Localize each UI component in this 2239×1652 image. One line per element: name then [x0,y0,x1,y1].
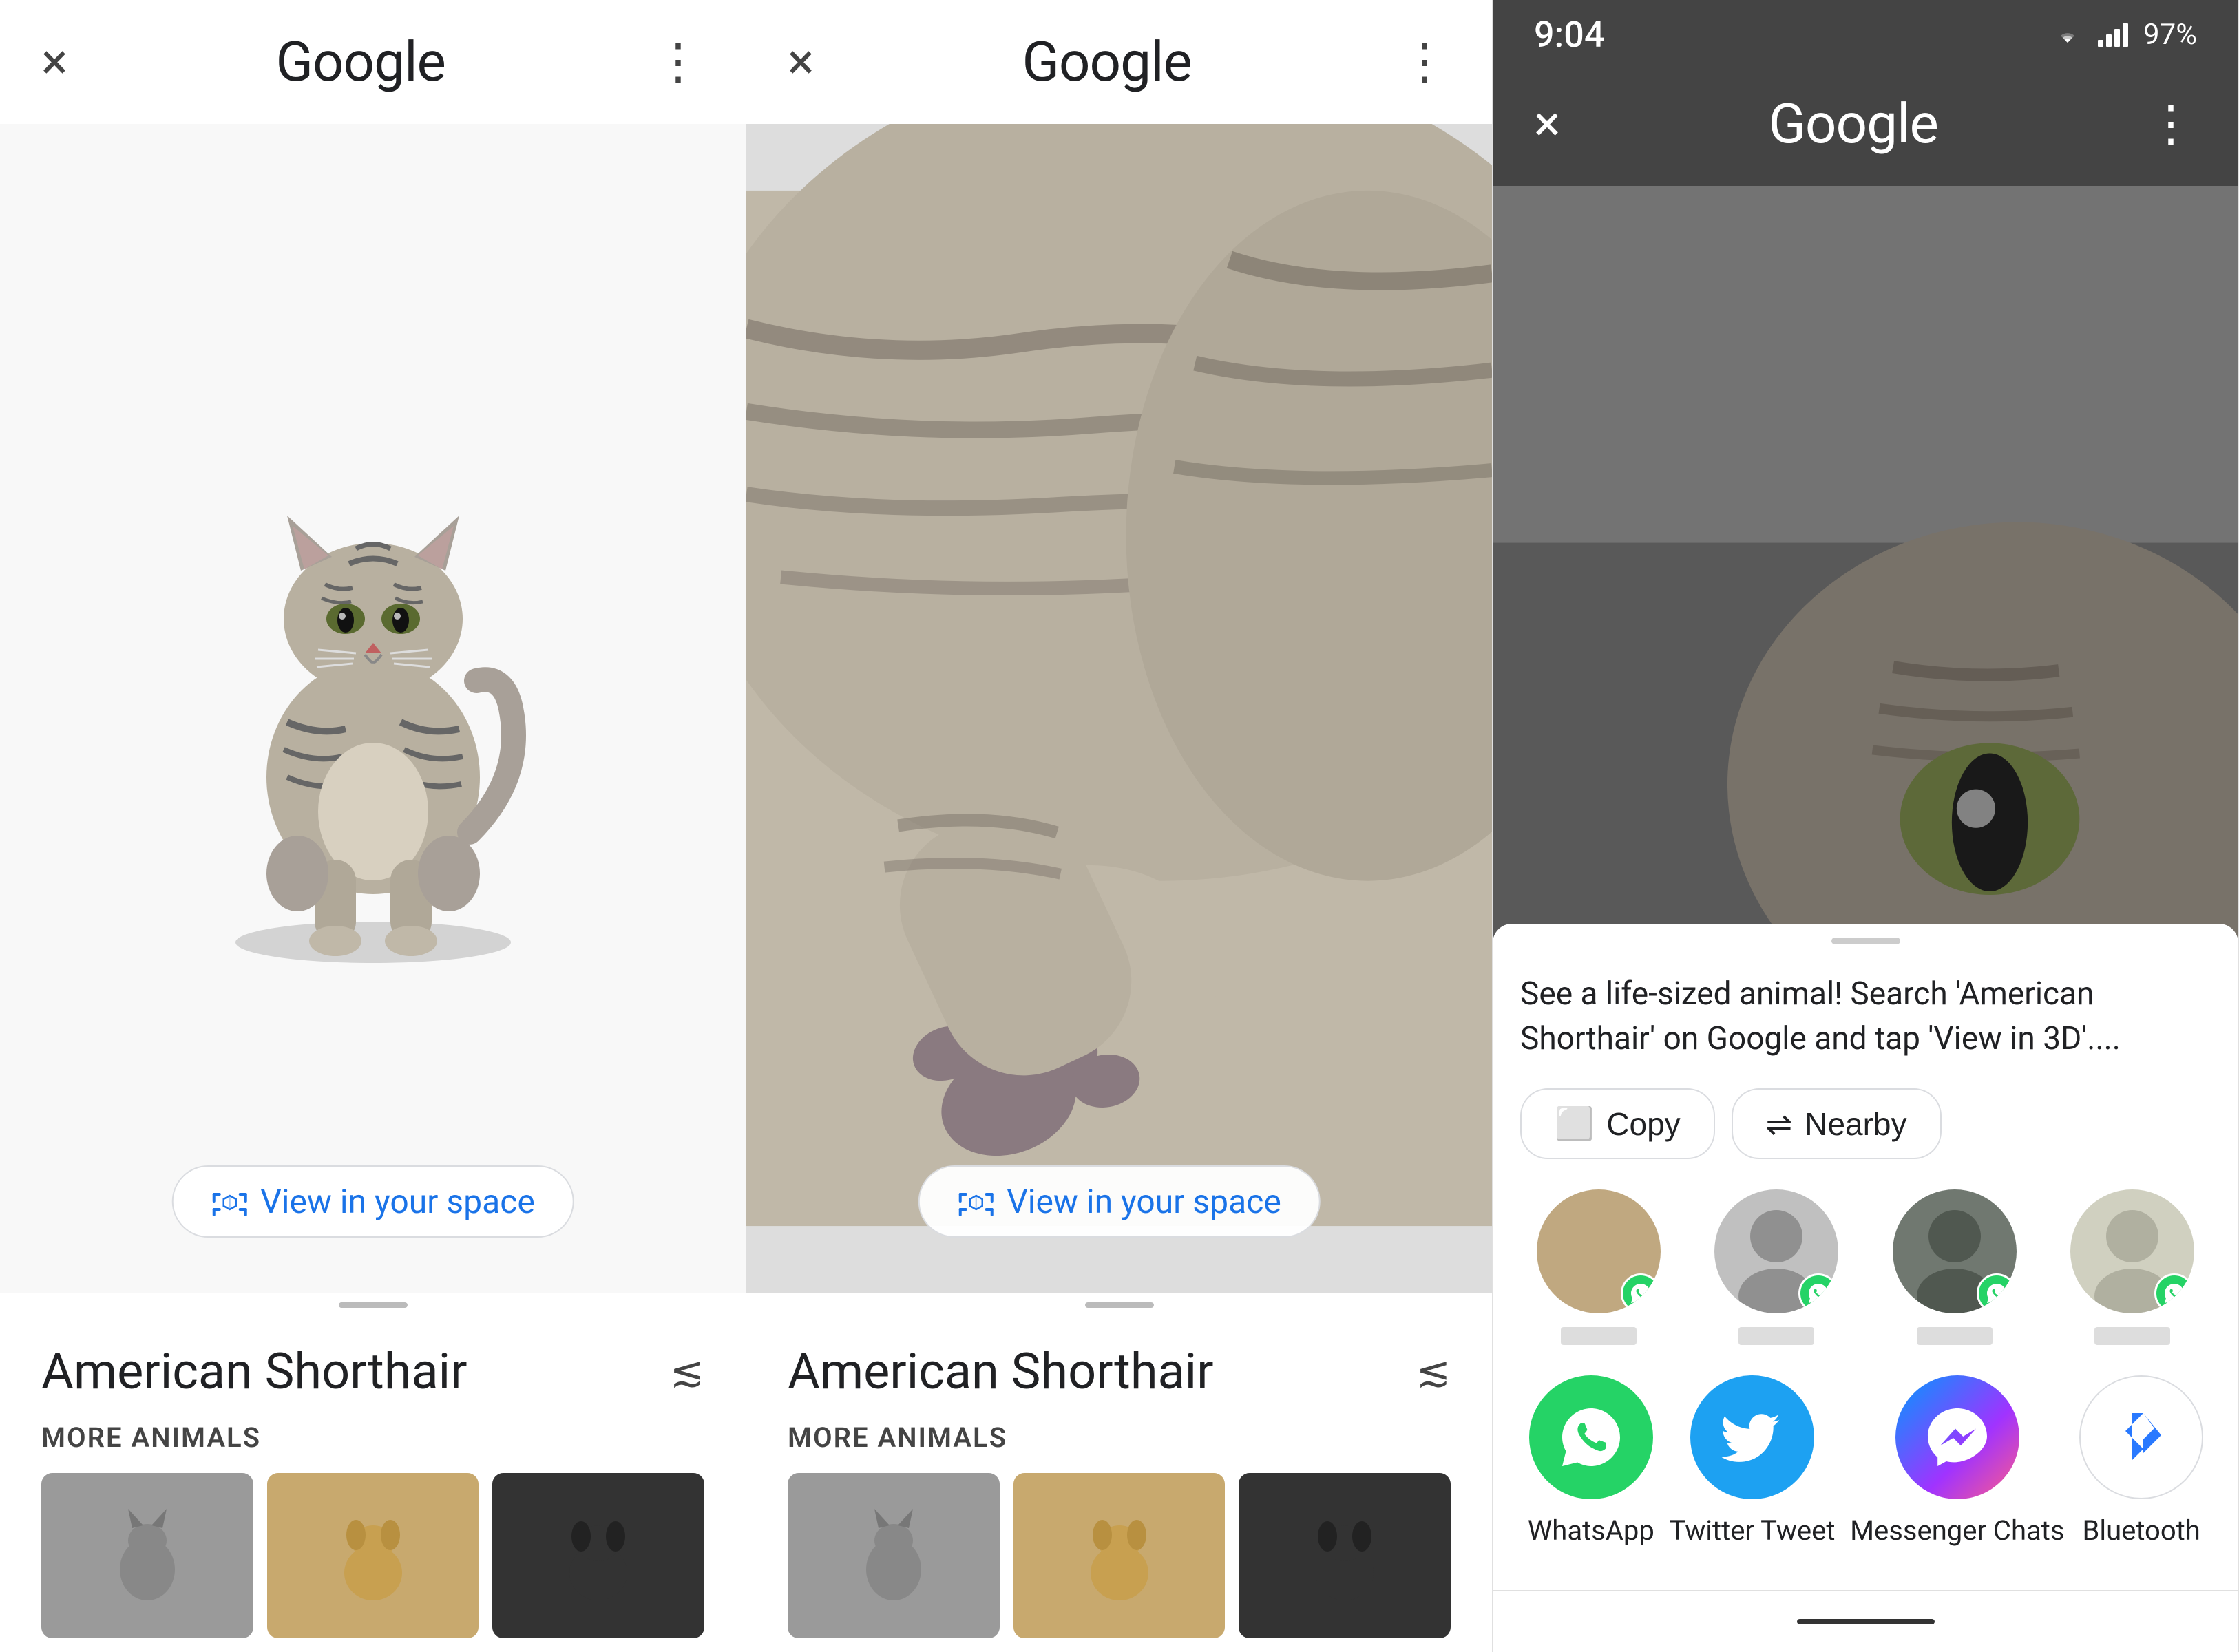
animal-name-2: American Shorthair [788,1342,1214,1401]
more-animals-label-1: MORE ANIMALS [41,1421,704,1454]
animal-thumb-black-dog-1[interactable] [492,1473,704,1638]
contacts-row [1520,1189,2211,1345]
animals-row-1 [41,1473,704,1638]
viewer-area-2[interactable]: View in your space [746,124,1492,1293]
more-button-2[interactable]: ⋮ [1400,37,1451,87]
status-time: 9:04 [1534,14,1604,56]
contact-name-3 [1917,1327,1993,1345]
messenger-label: Messenger Chats [1850,1513,2064,1549]
animal-thumb-dog-2[interactable] [1013,1473,1226,1638]
top-bar-2: × Google ⋮ [746,0,1492,124]
twitter-icon [1690,1375,1814,1499]
scroll-indicator-2 [1085,1302,1154,1308]
panel-2: × Google ⋮ [746,0,1493,1652]
contact-item-4[interactable] [2054,1189,2211,1345]
app-item-whatsapp[interactable]: WhatsApp [1528,1375,1654,1549]
messenger-icon [1895,1375,2019,1499]
nearby-label: Nearby [1805,1105,1906,1143]
animal-thumb-black-dog-2[interactable] [1239,1473,1451,1638]
more-animals-label-2: MORE ANIMALS [788,1421,1451,1454]
top-bar-1: × Google ⋮ [0,0,746,124]
bluetooth-label: Bluetooth [2082,1513,2200,1549]
bottom-nav [1493,1590,2238,1652]
wifi-icon [2050,21,2085,48]
share-button-1[interactable]: ≲ [670,1347,704,1396]
signal-icon [2098,21,2131,48]
share-description: See a life-sized animal! Search 'America… [1520,972,2211,1061]
contact-item-1[interactable] [1520,1189,1677,1345]
ar-icon-2 [957,1183,994,1220]
nav-indicator [1797,1619,1935,1624]
bluetooth-icon [2079,1375,2203,1499]
app-item-twitter[interactable]: Twitter Tweet [1669,1375,1835,1549]
contact-name-1 [1561,1327,1637,1345]
contact-name-4 [2094,1327,2170,1345]
app-item-messenger[interactable]: Messenger Chats [1850,1375,2064,1549]
animal-name-row-2: American Shorthair ≲ [788,1342,1451,1401]
nearby-button[interactable]: ⇌ Nearby [1732,1088,1942,1159]
share-button-2[interactable]: ≲ [1416,1347,1451,1396]
view-in-space-button-1[interactable]: View in your space [171,1165,574,1238]
share-sheet: See a life-sized animal! Search 'America… [1493,924,2238,1590]
close-button-1[interactable]: × [41,37,67,87]
status-icons: 97% [2050,18,2197,52]
panel-1: × Google ⋮ [0,0,746,1652]
contact-avatar-4 [2070,1189,2194,1313]
twitter-label: Twitter Tweet [1669,1513,1835,1549]
sheet-handle [1831,938,1900,944]
contact-avatar-3 [1893,1189,2017,1313]
google-logo-1: Google [275,30,445,94]
copy-icon: ⬜ [1555,1105,1594,1143]
google-logo-2: Google [1022,30,1192,94]
more-button-3[interactable]: ⋮ [2146,99,2197,149]
copy-button[interactable]: ⬜ Copy [1520,1088,1715,1159]
viewer-area-3[interactable]: See a life-sized animal! Search 'America… [1493,186,2238,1590]
animals-row-2 [788,1473,1451,1638]
view-in-space-button-2[interactable]: View in your space [918,1165,1321,1238]
view-in-space-label-2: View in your space [1007,1182,1281,1221]
animal-name-1: American Shorthair [41,1342,467,1401]
bottom-info-1: American Shorthair ≲ MORE ANIMALS [0,1317,746,1652]
more-button-1[interactable]: ⋮ [653,37,704,87]
cat-zoomed-model [746,124,1492,1293]
close-button-3[interactable]: × [1534,99,1560,149]
animal-thumb-dog-1[interactable] [267,1473,479,1638]
apps-row: WhatsApp Twitter Tweet [1520,1375,2211,1549]
cat-3d-model-1 [167,447,580,970]
view-in-space-label-1: View in your space [260,1182,535,1221]
ar-icon-1 [211,1183,248,1220]
google-logo-3: Google [1768,92,1938,156]
copy-label: Copy [1606,1105,1680,1143]
whatsapp-badge-3 [1977,1273,2017,1313]
viewer-area-1[interactable]: View in your space [0,124,746,1293]
status-bar: 9:04 97% [1493,0,2238,62]
animal-thumb-cat-2[interactable] [788,1473,1000,1638]
scroll-indicator-1 [339,1302,408,1308]
whatsapp-icon [1529,1375,1653,1499]
whatsapp-label: WhatsApp [1528,1513,1654,1549]
contact-item-2[interactable] [1698,1189,1855,1345]
nearby-icon: ⇌ [1766,1105,1793,1143]
whatsapp-badge-1 [1621,1273,1661,1313]
contact-avatar-2 [1714,1189,1838,1313]
share-quick-actions: ⬜ Copy ⇌ Nearby [1520,1088,2211,1159]
whatsapp-badge-2 [1798,1273,1838,1313]
contact-item-3[interactable] [1876,1189,2033,1345]
bottom-info-2: American Shorthair ≲ MORE ANIMALS [746,1317,1492,1652]
contact-name-2 [1738,1327,1814,1345]
panel-3: 9:04 97% × Google ⋮ [1493,0,2239,1652]
contact-avatar-1 [1537,1189,1661,1313]
top-bar-3: × Google ⋮ [1493,62,2238,186]
animal-name-row-1: American Shorthair ≲ [41,1342,704,1401]
animal-thumb-cat-1[interactable] [41,1473,253,1638]
close-button-2[interactable]: × [788,37,814,87]
battery-indicator: 97% [2143,18,2197,52]
app-item-bluetooth[interactable]: Bluetooth [2079,1375,2203,1549]
whatsapp-badge-4 [2154,1273,2194,1313]
